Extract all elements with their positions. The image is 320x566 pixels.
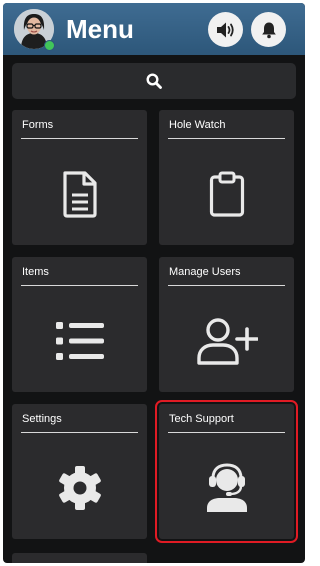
tile-forms[interactable]: Forms	[12, 110, 147, 245]
online-status-indicator	[44, 40, 55, 51]
tile-label: Items	[22, 266, 49, 278]
list-icon	[55, 321, 104, 360]
tile-label: Manage Users	[169, 266, 241, 278]
add-user-icon	[196, 317, 258, 365]
app-header: Menu	[3, 3, 305, 55]
document-icon	[62, 170, 97, 218]
tile-label: Hole Watch	[169, 119, 226, 131]
tile-label: Settings	[22, 413, 62, 425]
tile-label: Forms	[22, 119, 54, 131]
tile-divider	[21, 285, 138, 286]
tile-divider	[168, 432, 285, 433]
notifications-button[interactable]	[251, 12, 286, 47]
menu-screen: Menu Forms Hole Watch Items Manage Users…	[3, 3, 305, 563]
tile-manage-users[interactable]: Manage Users	[159, 257, 294, 392]
tile-divider	[21, 432, 138, 433]
speaker-icon	[216, 22, 234, 37]
gear-icon	[58, 465, 101, 510]
tile-hole-watch[interactable]: Hole Watch	[159, 110, 294, 245]
tile-items[interactable]: Items	[12, 257, 147, 392]
tile-partial[interactable]	[12, 553, 147, 563]
tile-divider	[21, 138, 138, 139]
headset-support-icon	[206, 462, 247, 512]
bell-icon	[261, 22, 276, 38]
page-title: Menu	[66, 14, 134, 44]
sound-button[interactable]	[208, 12, 243, 47]
tile-tech-support[interactable]: Tech Support	[155, 400, 298, 543]
tile-settings[interactable]: Settings	[12, 404, 147, 539]
search-icon	[146, 73, 162, 89]
tile-divider	[168, 138, 285, 139]
clipboard-icon	[209, 171, 244, 217]
tile-divider	[168, 285, 285, 286]
tile-label: Tech Support	[169, 413, 234, 425]
search-bar[interactable]	[12, 63, 296, 99]
